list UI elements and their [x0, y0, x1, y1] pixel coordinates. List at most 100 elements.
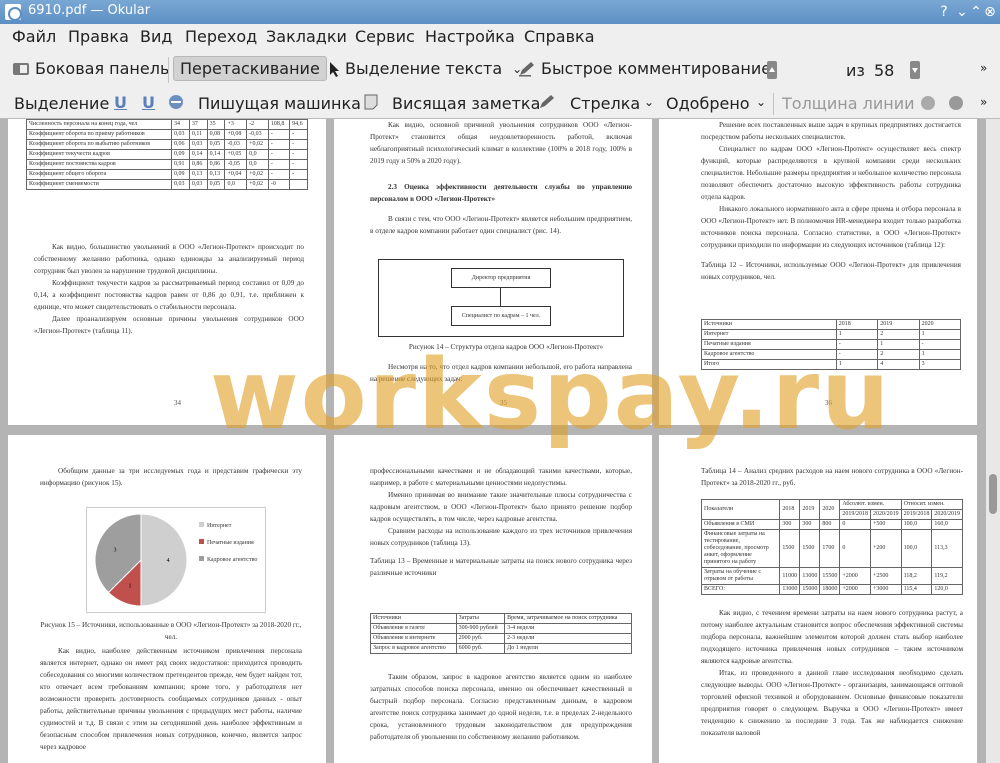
page39-table-cell: Затраты на обучение с отрывом от работы [700, 567, 781, 585]
pie-chart: 4 1 3 [94, 513, 188, 607]
vertical-scrollbar[interactable] [986, 119, 1000, 763]
prev-page-button[interactable] [767, 61, 777, 79]
page-number: 36 [825, 399, 832, 407]
menu-view[interactable]: Вид [140, 27, 172, 46]
menu-edit[interactable]: Правка [68, 27, 129, 46]
menu-bookmarks[interactable]: Закладки [266, 27, 347, 46]
squiggle-underline-icon[interactable]: U [142, 93, 155, 112]
page34-table-cell: - [267, 149, 291, 160]
page39-table-subheader: 2020/2019 [931, 509, 963, 520]
page36-table: Источники 2018 2019 2020 Интернет 1 2 1 Печатны… [701, 319, 962, 370]
text-select-button[interactable]: Выделение текста ⌄ [328, 59, 522, 78]
quick-comment-button[interactable]: Быстрое комментирование [518, 59, 771, 78]
color-icon[interactable] [920, 95, 936, 111]
page37-caption: Рисунок 15 – Источники, использованные в… [40, 621, 302, 641]
page34-table-cell: 35 [206, 119, 226, 130]
drag-mode-button[interactable]: Перетаскивание [173, 56, 327, 81]
menu-file[interactable]: Файл [12, 27, 56, 46]
page36-table-header: 2018 [835, 319, 879, 330]
menu-tools[interactable]: Сервис [355, 27, 415, 46]
document-view[interactable]: Численность персонала на конец года, чел… [0, 119, 1000, 763]
page34-table-cell: +3 [224, 119, 248, 130]
table-row: Финансовые затраты на тестирование, собе… [700, 529, 963, 568]
page-35: Как видно, основной причиной увольнения … [334, 119, 652, 425]
table-row: Итого 1 4 3 [701, 359, 962, 370]
page34-table-cell: - [267, 129, 291, 140]
page39-table-cell: 0 [839, 519, 871, 530]
toolbar-separator [168, 57, 169, 83]
page39-table-header: Абсолют. измен. [839, 499, 902, 510]
toolbar-overflow-icon[interactable]: » [980, 61, 987, 75]
page-34: Численность персонала на конец года, чел… [8, 119, 326, 425]
page39-table-cell: +3000 [869, 584, 902, 595]
sidebar-button[interactable]: Боковая панель [12, 59, 169, 78]
font-icon[interactable] [948, 95, 964, 111]
page39-table-cell: ВСЕГО: [700, 584, 781, 595]
arrow-pen-icon[interactable] [538, 94, 556, 110]
stamp-dropdown-icon[interactable]: ⌄ [756, 95, 766, 109]
close-button[interactable]: ⊗ [982, 4, 998, 20]
page34-table-cell: -0,05 [224, 159, 248, 170]
legend-item: Кадровое агентство [199, 556, 257, 564]
legend-label: Интернет [207, 523, 232, 529]
stamp-tool[interactable]: Одобрено [666, 94, 750, 113]
page38-table-cell: Объявление в газете [370, 623, 457, 634]
line-width-control[interactable]: Толщина линии [782, 94, 915, 113]
page39-table-subheader: 2019/2018 [839, 509, 871, 520]
page-36: Решение всех поставленных выше задач в к… [659, 119, 977, 425]
menu-go[interactable]: Переход [185, 27, 257, 46]
sidebar-button-label: Боковая панель [35, 59, 170, 78]
page35-paragraph: Как видно, основной причиной увольнения … [370, 121, 632, 165]
legend-item: Печатные издания [199, 539, 257, 547]
page-39: Таблица 14 – Анализ средних расходов на … [659, 435, 977, 763]
sticky-note-tool[interactable]: Висящая заметка [392, 94, 540, 113]
page34-table-cell: 0,0 [246, 149, 269, 160]
page36-table-cell: 1 [918, 329, 962, 340]
page34-table-cell: 0,09 [171, 149, 190, 160]
page39-table-cell: 15000 [799, 584, 821, 595]
page38-table-header: Затраты [455, 613, 506, 624]
scrollbar-thumb[interactable] [989, 474, 997, 514]
pie-slice-label: 3 [114, 547, 117, 553]
page34-table-cell: - [267, 159, 291, 170]
menu-settings[interactable]: Настройка [425, 27, 515, 46]
page39-table-cell: 119,2 [931, 567, 963, 585]
page39-paragraph: Как видно, с течением времени затраты на… [701, 609, 963, 665]
page34-table-cell: 0,06 [171, 139, 190, 150]
table-row: Запрос в кадровое агентство 6000 руб. До 1… [370, 643, 632, 654]
page39-table-cell: 300 [779, 519, 801, 530]
page39-table-cell: +2500 [869, 567, 902, 585]
page38-paragraph: профессиональными качествами и не облада… [370, 467, 632, 487]
table-row: Коэффициент постоянства кадров 0,91 0,86 0,… [26, 159, 308, 170]
page39-table-header: Относит. измен. [900, 499, 964, 510]
page38-table-cell: До 1 недели [504, 643, 632, 654]
typewriter-tool[interactable]: Пишущая машинка [198, 94, 361, 113]
org-connector [500, 288, 501, 306]
arrow-dropdown-icon[interactable]: ⌄ [644, 95, 654, 109]
page-37: Обобщим данные за три исследуемых года и… [8, 435, 326, 763]
strikeout-icon[interactable] [168, 94, 184, 110]
toolbar-separator [773, 93, 774, 115]
page39-table-cell: +500 [869, 519, 902, 530]
annot-overflow-icon[interactable]: » [980, 95, 987, 109]
page34-table-cell: 108,8 [267, 119, 291, 130]
arrow-tool[interactable]: Стрелка [570, 94, 640, 113]
page36-table-cell: 3 [918, 359, 962, 370]
page34-table-cell: +0,08 [224, 129, 248, 140]
underline-icon[interactable]: U [114, 93, 127, 112]
help-icon[interactable]: ? [936, 4, 952, 20]
table-row: Затраты на обучение с отрывом от работы 1… [700, 567, 963, 585]
sticky-note-icon[interactable] [364, 94, 378, 110]
table-row: ВСЕГО: 13000 15000 18000 +2000 +3000 115,4 120,… [700, 584, 963, 595]
next-page-button[interactable] [910, 61, 920, 79]
page38-paragraph: Сравним расходы на использование каждого… [370, 527, 632, 547]
page36-paragraph: Специалист по кадрам ООО «Легион-Протект… [701, 145, 961, 201]
org-box-hr: Специалист по кадрам – 1 чел. [451, 306, 551, 326]
page36-table-cell: 1 [835, 329, 879, 340]
legend-swatch [199, 556, 204, 561]
menu-help[interactable]: Справка [524, 27, 595, 46]
highlight-tool[interactable]: Выделение [14, 94, 109, 113]
page34-table-cell: Коэффициент оборота по выбытию работнико… [26, 139, 172, 150]
table-row: Коэффициент оборота по приему работников… [26, 129, 308, 140]
table-row: Коэффициент общего оборота 0,09 0,13 0,13 +0… [26, 169, 308, 180]
